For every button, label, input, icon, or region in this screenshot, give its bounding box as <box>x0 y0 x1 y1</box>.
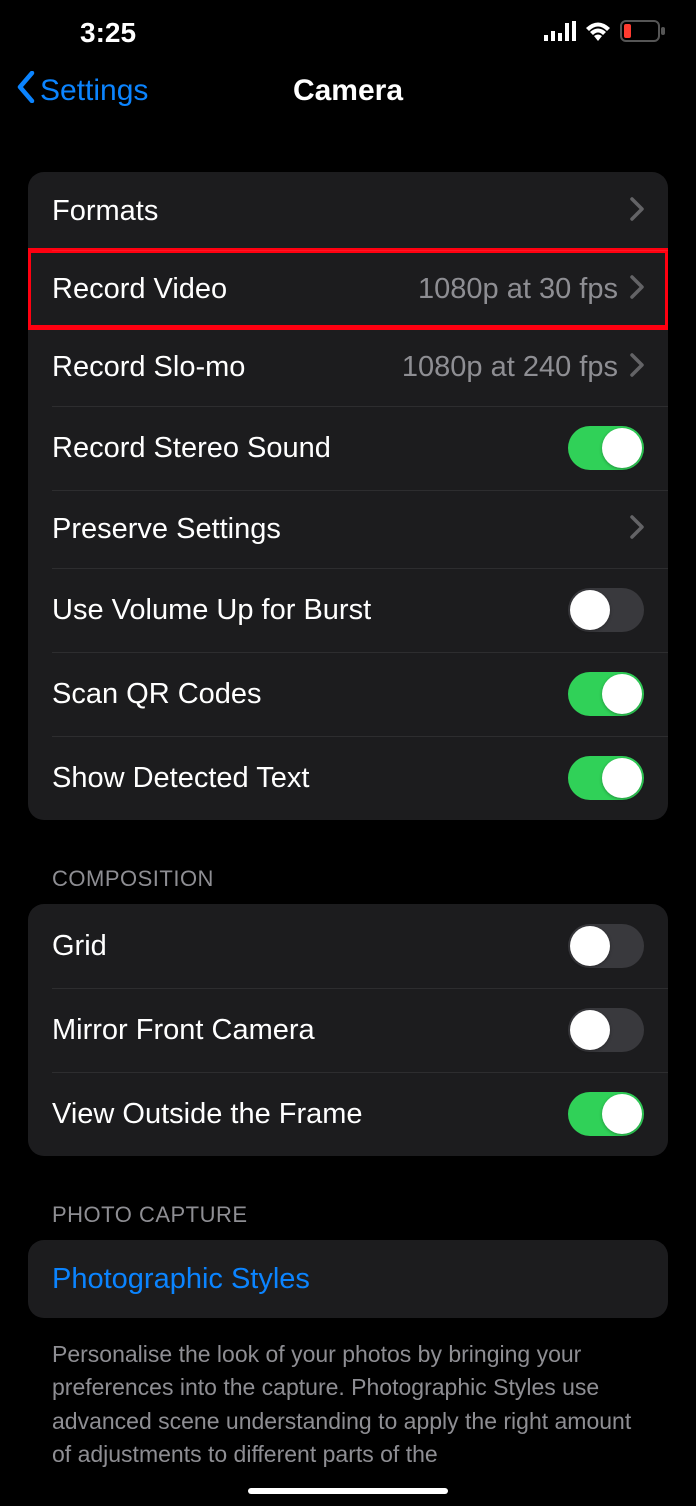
section-header-photo-capture: Photo Capture <box>28 1202 668 1240</box>
stereo-sound-label: Record Stereo Sound <box>52 432 331 465</box>
volume-burst-label: Use Volume Up for Burst <box>52 594 371 627</box>
photographic-styles-label: Photographic Styles <box>52 1263 310 1296</box>
content: Formats Record Video 1080p at 30 fps Rec… <box>0 132 696 1471</box>
preserve-label: Preserve Settings <box>52 513 281 546</box>
chevron-right-icon <box>630 353 644 382</box>
chevron-right-icon <box>630 197 644 226</box>
formats-label: Formats <box>52 195 158 228</box>
status-time: 3:25 <box>30 17 136 49</box>
back-label: Settings <box>40 74 148 108</box>
row-grid: Grid <box>28 904 668 988</box>
settings-group-composition: Grid Mirror Front Camera View Outside th… <box>28 904 668 1156</box>
nav-bar: Settings Camera <box>0 60 696 132</box>
record-video-label: Record Video <box>52 273 227 306</box>
footer-description: Personalise the look of your photos by b… <box>28 1338 668 1471</box>
row-record-slomo[interactable]: Record Slo-mo 1080p at 240 fps <box>28 328 668 406</box>
view-outside-toggle[interactable] <box>568 1092 644 1136</box>
back-button[interactable]: Settings <box>16 71 148 111</box>
mirror-toggle[interactable] <box>568 1008 644 1052</box>
home-indicator[interactable] <box>248 1488 448 1494</box>
row-stereo-sound: Record Stereo Sound <box>28 406 668 490</box>
row-mirror-camera: Mirror Front Camera <box>28 988 668 1072</box>
chevron-right-icon <box>630 275 644 304</box>
row-preserve-settings[interactable]: Preserve Settings <box>28 490 668 568</box>
record-slomo-value: 1080p at 240 fps <box>402 351 618 384</box>
page-title: Camera <box>293 74 403 108</box>
scan-qr-label: Scan QR Codes <box>52 678 262 711</box>
section-header-composition: Composition <box>28 866 668 904</box>
chevron-right-icon <box>630 515 644 544</box>
row-record-video[interactable]: Record Video 1080p at 30 fps <box>28 250 668 328</box>
status-bar: 3:25 <box>0 0 696 60</box>
row-view-outside: View Outside the Frame <box>28 1072 668 1156</box>
wifi-icon <box>584 21 612 46</box>
grid-toggle[interactable] <box>568 924 644 968</box>
stereo-sound-toggle[interactable] <box>568 426 644 470</box>
battery-icon <box>620 20 666 47</box>
row-volume-burst: Use Volume Up for Burst <box>28 568 668 652</box>
record-slomo-label: Record Slo-mo <box>52 351 245 384</box>
row-scan-qr: Scan QR Codes <box>28 652 668 736</box>
row-detected-text: Show Detected Text <box>28 736 668 820</box>
detected-text-label: Show Detected Text <box>52 762 309 795</box>
volume-burst-toggle[interactable] <box>568 588 644 632</box>
settings-group-photo-capture: Photographic Styles <box>28 1240 668 1318</box>
detected-text-toggle[interactable] <box>568 756 644 800</box>
settings-group-main: Formats Record Video 1080p at 30 fps Rec… <box>28 172 668 820</box>
row-photographic-styles[interactable]: Photographic Styles <box>28 1240 668 1318</box>
mirror-label: Mirror Front Camera <box>52 1014 315 1047</box>
view-outside-label: View Outside the Frame <box>52 1098 363 1131</box>
scan-qr-toggle[interactable] <box>568 672 644 716</box>
record-video-value: 1080p at 30 fps <box>418 273 618 306</box>
chevron-left-icon <box>16 71 36 111</box>
status-icons <box>544 20 666 47</box>
row-formats[interactable]: Formats <box>28 172 668 250</box>
grid-label: Grid <box>52 930 107 963</box>
cellular-icon <box>544 21 576 46</box>
